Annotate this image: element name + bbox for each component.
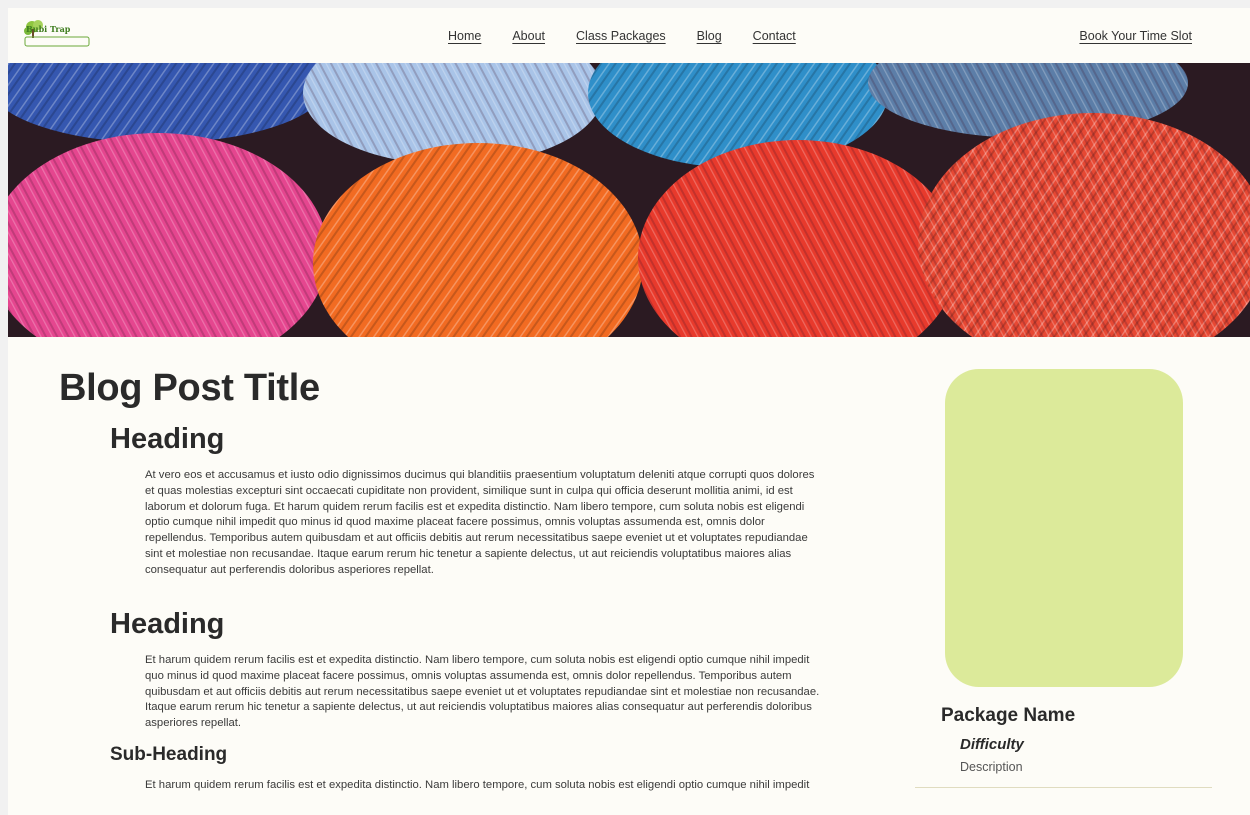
sub-heading: Sub-Heading — [110, 744, 228, 765]
site-header: Bubi Trap Home About Class Packages Blog… — [8, 8, 1250, 63]
logo-wordmark: Bubi Trap — [26, 24, 71, 34]
hero-banner — [8, 63, 1250, 337]
nav-about-link[interactable]: About — [512, 29, 545, 43]
section-paragraph: At vero eos et accusamus et iusto odio d… — [145, 469, 815, 576]
main-nav: Home About Class Packages Blog Contact — [448, 8, 796, 63]
nav-contact-link[interactable]: Contact — [753, 29, 796, 43]
section-heading: Heading — [110, 423, 225, 455]
package-description: Description — [960, 760, 1023, 774]
package-difficulty: Difficulty — [960, 736, 1024, 753]
book-time-slot-link[interactable]: Book Your Time Slot — [1079, 29, 1192, 43]
page: Bubi Trap Home About Class Packages Blog… — [8, 8, 1250, 815]
nav-home-link[interactable]: Home — [448, 29, 481, 43]
nav-blog-link[interactable]: Blog — [697, 29, 722, 43]
post-title: Blog Post Title — [59, 367, 320, 409]
section-heading: Heading — [110, 608, 225, 640]
package-image-placeholder[interactable] — [945, 369, 1183, 687]
section-paragraph: Et harum quidem rerum facilis est et exp… — [145, 654, 820, 730]
sub-heading-paragraph: Et harum quidem rerum facilis est et exp… — [145, 779, 810, 791]
package-name[interactable]: Package Name — [941, 705, 1075, 727]
nav-class-packages-link[interactable]: Class Packages — [576, 29, 666, 43]
yarn-balls-image — [8, 63, 1250, 337]
divider — [915, 787, 1212, 788]
